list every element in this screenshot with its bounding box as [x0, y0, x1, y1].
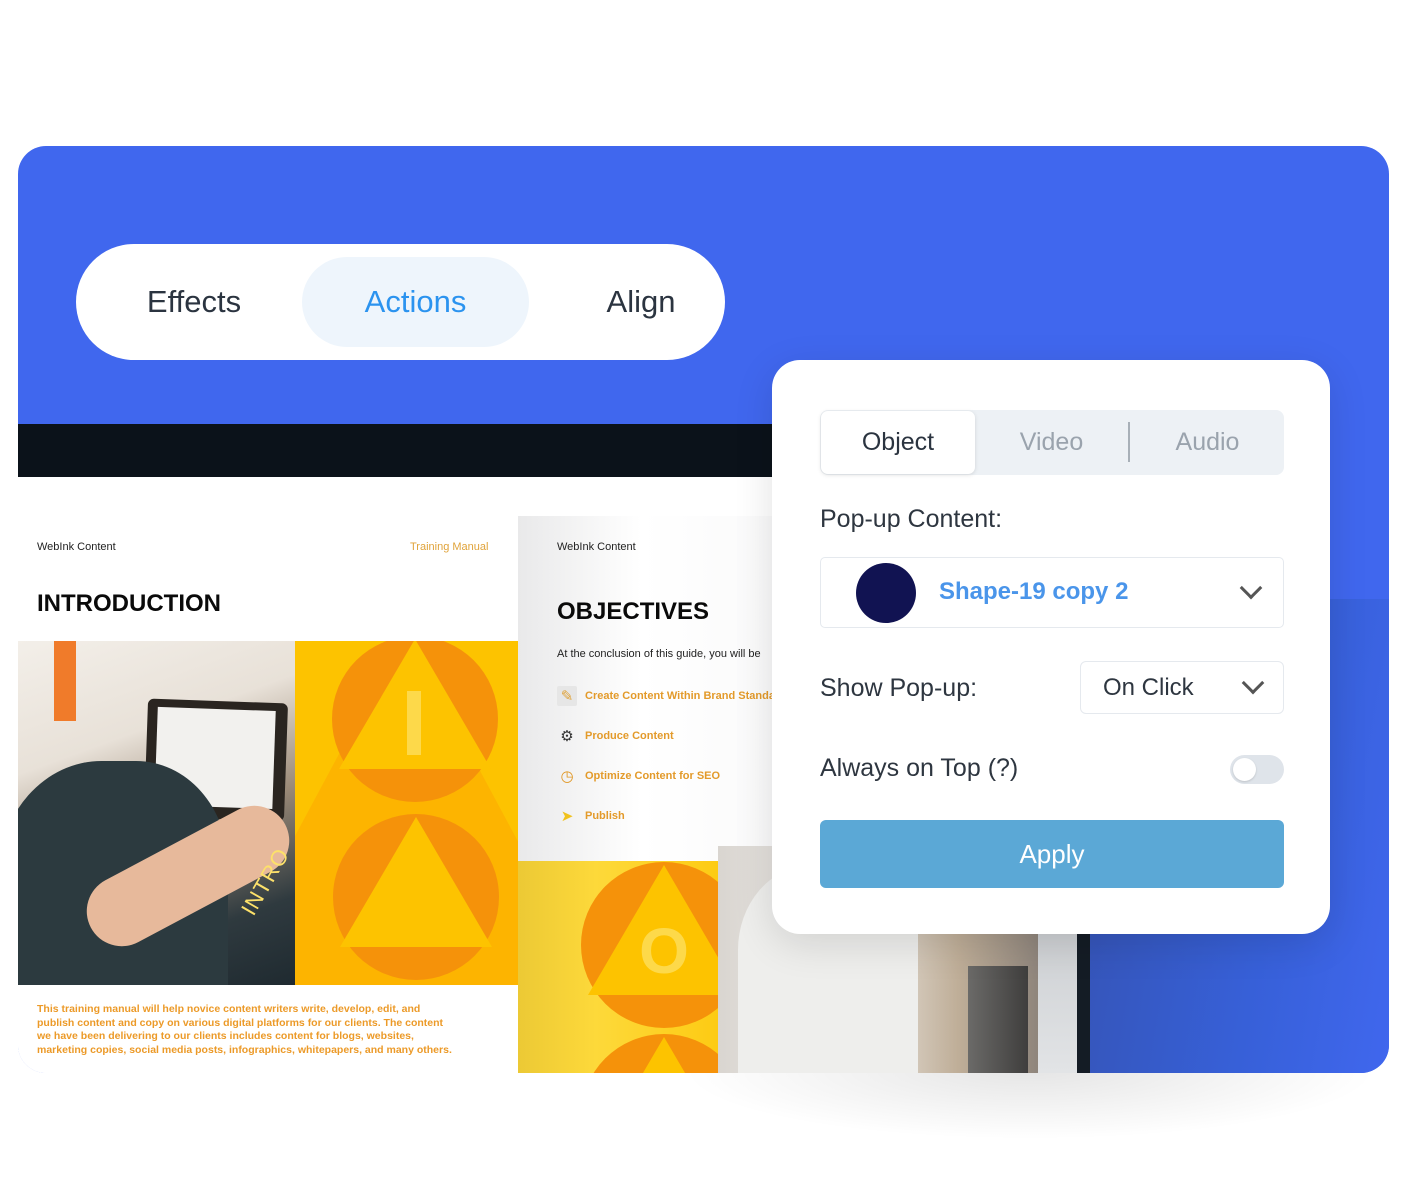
tab-align[interactable]: Align [538, 257, 744, 347]
popup-content-label: Pop-up Content: [820, 505, 1003, 533]
show-popup-select[interactable]: On Click [1080, 661, 1284, 714]
segment-video[interactable]: Video [975, 410, 1128, 475]
chevron-down-icon [1239, 576, 1263, 600]
objective-item: ➤ Publish [557, 805, 625, 827]
paper-plane-icon: ➤ [560, 807, 574, 825]
always-on-top-label: Always on Top (?) [820, 754, 1019, 782]
page-header-right: Training Manual [410, 541, 489, 553]
page-brand: WebInk Content [37, 541, 116, 553]
always-on-top-toggle[interactable] [1230, 755, 1284, 784]
objective-item: ◷ Optimize Content for SEO [557, 765, 720, 787]
document-page-introduction: WebInk Content Training Manual INTRODUCT… [18, 477, 518, 1073]
segment-divider [1128, 422, 1130, 462]
triangle-circle-graphic [295, 641, 518, 985]
popup-content-value: Shape-19 copy 2 [939, 578, 1129, 605]
document-toolbar-bar [18, 424, 778, 477]
intro-graphic [295, 641, 518, 985]
graphic-letter: O [639, 915, 689, 987]
tab-effects[interactable]: Effects [96, 257, 292, 347]
page-title: OBJECTIVES [557, 598, 710, 625]
show-popup-label: Show Pop-up: [820, 674, 978, 702]
objective-item: ⚙ Produce Content [557, 725, 673, 747]
popup-content-select[interactable]: Shape-19 copy 2 [820, 557, 1284, 628]
show-popup-value: On Click [1103, 674, 1194, 701]
toggle-knob [1233, 758, 1256, 781]
gear-icon: ⚙ [560, 727, 574, 745]
page-title: INTRODUCTION [37, 590, 221, 617]
apply-button[interactable]: Apply [820, 820, 1284, 888]
shape-swatch [856, 563, 916, 623]
chevron-down-icon [1241, 671, 1265, 695]
property-tabs: Effects Actions Align [76, 244, 725, 360]
actions-panel: Object Video Audio Pop-up Content: Shape… [772, 360, 1330, 934]
pencil-icon: ✎ [557, 686, 577, 706]
stopwatch-icon: ◷ [560, 767, 574, 785]
segment-object[interactable]: Object [821, 411, 975, 474]
tab-actions[interactable]: Actions [302, 257, 529, 347]
page-brand: WebInk Content [557, 541, 636, 553]
objective-item: ✎ Create Content Within Brand Standards [557, 685, 792, 707]
segment-audio[interactable]: Audio [1131, 410, 1284, 475]
photo-person-typing [18, 641, 296, 985]
media-type-segmented-control: Object Video Audio [820, 410, 1284, 475]
objectives-intro: At the conclusion of this guide, you wil… [557, 648, 761, 660]
page-body-text: This training manual will help novice co… [37, 1003, 452, 1056]
